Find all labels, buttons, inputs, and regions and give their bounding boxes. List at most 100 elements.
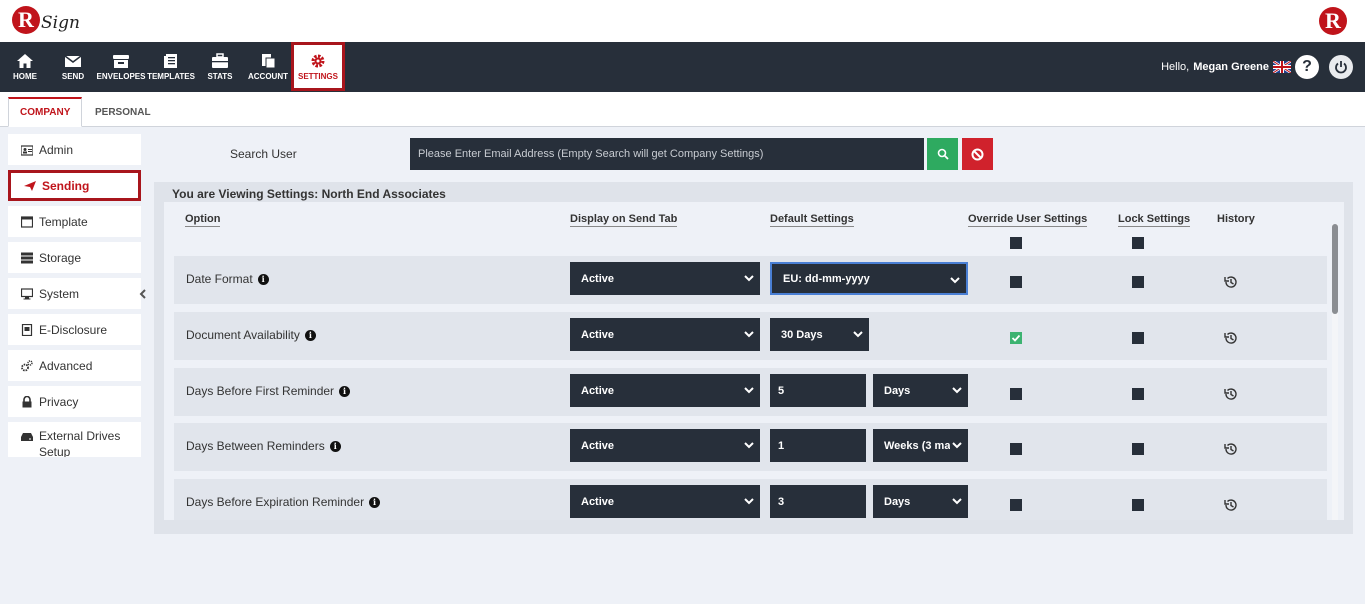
logout-button[interactable]: [1329, 55, 1353, 79]
nav-home[interactable]: HOME: [12, 42, 38, 92]
search-email-input[interactable]: [410, 138, 924, 170]
display-select[interactable]: Active: [570, 485, 760, 518]
clear-search-button[interactable]: [962, 138, 993, 170]
unit-value: Days: [884, 384, 911, 397]
sidebar-item-label: Advanced: [39, 358, 93, 373]
lock-checkbox[interactable]: [1132, 499, 1144, 511]
sidebar-item-storage[interactable]: Storage: [8, 242, 141, 273]
display-select[interactable]: Active: [570, 318, 760, 351]
setting-label: Days Before First Reminder i: [186, 384, 351, 398]
lock-icon: [22, 395, 32, 407]
info-icon[interactable]: i: [339, 385, 351, 397]
setting-label: Days Before Expiration Reminder i: [186, 495, 381, 509]
override-checkbox[interactable]: [1010, 276, 1022, 288]
search-user-label: Search User: [230, 147, 297, 161]
override-checkbox-checked[interactable]: [1010, 332, 1022, 344]
power-icon: [1335, 61, 1347, 74]
nav-stats[interactable]: STATS: [207, 42, 233, 92]
scrollbar-thumb[interactable]: [1332, 224, 1338, 314]
tab-company[interactable]: COMPANY: [8, 97, 83, 127]
sidebar-item-privacy[interactable]: Privacy: [8, 386, 141, 417]
unit-select[interactable]: Weeks (3 max): [873, 429, 968, 462]
info-icon[interactable]: i: [304, 329, 316, 341]
unit-value: Weeks (3 max): [884, 439, 950, 452]
override-checkbox[interactable]: [1010, 499, 1022, 511]
nav-label: SETTINGS: [297, 71, 338, 81]
nav-templates[interactable]: TEMPLATES: [147, 42, 195, 92]
uk-flag-icon[interactable]: [1273, 61, 1291, 73]
display-value: Active: [581, 439, 615, 452]
lock-all-checkbox[interactable]: [1132, 237, 1144, 249]
nav-send[interactable]: SEND: [60, 42, 86, 92]
nav-label: ACCOUNT: [248, 72, 288, 81]
display-select[interactable]: Active: [570, 374, 760, 407]
history-icon[interactable]: [1223, 274, 1239, 290]
header-override: Override User Settings: [968, 213, 1088, 227]
search-button[interactable]: [927, 138, 958, 170]
header-lock: Lock Settings: [1118, 213, 1191, 227]
top-bar: R Sign R: [0, 0, 1365, 42]
setting-label-text: Days Before Expiration Reminder: [186, 495, 365, 509]
setting-row-expiration-reminder: Days Before Expiration Reminder i Active …: [174, 479, 1327, 520]
sidebar-item-admin[interactable]: Admin: [8, 134, 141, 165]
sidebar-item-label: Admin: [39, 142, 74, 157]
sidebar-item-label: External Drives Setup: [39, 429, 121, 457]
logo-mark: R: [12, 6, 40, 34]
sidebar-item-sending[interactable]: Sending: [8, 170, 141, 201]
help-button[interactable]: ?: [1295, 55, 1319, 79]
availability-select[interactable]: 30 Days: [770, 318, 869, 351]
date-format-select[interactable]: EU: dd-mm-yyyy: [770, 262, 968, 295]
sidebar-item-external-drives[interactable]: External Drives Setup: [8, 422, 141, 457]
admin-icon: [21, 144, 33, 156]
setting-row-first-reminder: Days Before First Reminder i Active 5 Day…: [174, 368, 1327, 416]
sidebar-item-e-disclosure[interactable]: E-Disclosure: [8, 314, 141, 345]
nav-settings[interactable]: SETTINGS: [291, 42, 345, 91]
history-icon[interactable]: [1223, 330, 1239, 346]
user-name[interactable]: Megan Greene: [1193, 61, 1269, 73]
sidebar-item-advanced[interactable]: Advanced: [8, 350, 141, 381]
history-icon[interactable]: [1223, 497, 1239, 513]
scrollbar[interactable]: [1332, 224, 1338, 520]
setting-label: Document Availability i: [186, 328, 316, 342]
reminder-days-input[interactable]: 5: [770, 374, 866, 407]
setting-row-date-format: Date Format i Active EU: dd-mm-yyyy: [174, 256, 1327, 304]
lock-checkbox[interactable]: [1132, 388, 1144, 400]
expiration-days-input[interactable]: 3: [770, 485, 866, 518]
nav-account[interactable]: ACCOUNT: [248, 42, 288, 92]
rsign-logo[interactable]: R Sign: [12, 6, 80, 34]
tab-personal[interactable]: PERSONAL: [84, 97, 162, 127]
override-checkbox[interactable]: [1010, 388, 1022, 400]
sidebar-item-label: Template: [39, 214, 88, 229]
sidebar-item-template[interactable]: Template: [8, 206, 141, 237]
cogs-icon: [21, 359, 33, 371]
info-icon[interactable]: i: [329, 440, 341, 452]
info-icon[interactable]: i: [257, 273, 269, 285]
lock-checkbox[interactable]: [1132, 332, 1144, 344]
setting-row-document-availability: Document Availability i Active 30 Days: [174, 312, 1327, 360]
unit-select[interactable]: Days: [873, 485, 968, 518]
history-icon[interactable]: [1223, 441, 1239, 457]
override-checkbox[interactable]: [1010, 443, 1022, 455]
sidebar-item-system[interactable]: System: [8, 278, 141, 309]
display-value: Active: [581, 384, 615, 397]
history-icon[interactable]: [1223, 386, 1239, 402]
drive-icon: [21, 433, 33, 441]
nav-label: HOME: [13, 72, 37, 81]
chevron-down-icon: [744, 275, 754, 282]
lock-checkbox[interactable]: [1132, 443, 1144, 455]
chevron-down-icon: [744, 387, 754, 394]
header-display: Display on Send Tab: [570, 213, 678, 227]
reminder-interval-input[interactable]: 1: [770, 429, 866, 462]
envelopes-icon: [113, 55, 129, 68]
override-all-checkbox[interactable]: [1010, 237, 1022, 249]
info-icon[interactable]: i: [369, 496, 381, 508]
lock-checkbox[interactable]: [1132, 276, 1144, 288]
display-select[interactable]: Active: [570, 429, 760, 462]
chevron-down-icon: [853, 331, 863, 338]
display-select[interactable]: Active: [570, 262, 760, 295]
unit-select[interactable]: Days: [873, 374, 968, 407]
home-icon: [17, 54, 33, 68]
nav-envelopes[interactable]: ENVELOPES: [97, 42, 145, 92]
header-default: Default Settings: [770, 213, 854, 227]
sidebar-collapse-icon[interactable]: [139, 288, 147, 302]
